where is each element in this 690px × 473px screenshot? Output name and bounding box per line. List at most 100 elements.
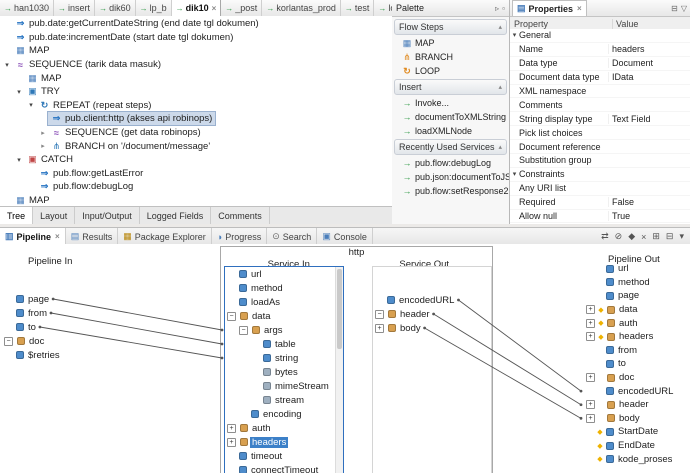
pipeline-field-row[interactable]: auth xyxy=(584,316,690,330)
flow-step-label[interactable]: pub.flow:getLastError xyxy=(53,168,143,179)
pin-palette-icon[interactable]: ▫ xyxy=(502,4,505,13)
pipeline-field-row[interactable]: headers xyxy=(225,435,343,449)
flow-step-row[interactable]: pub.date:incrementDate (start date tgl d… xyxy=(0,31,392,45)
field-label[interactable]: to xyxy=(26,322,38,333)
field-label[interactable]: method xyxy=(616,277,652,288)
flow-step-label[interactable]: TRY xyxy=(41,86,60,97)
pipeline-field-row[interactable]: data xyxy=(584,303,690,317)
palette-item-label[interactable]: LOOP xyxy=(415,66,440,76)
property-row[interactable]: Any URI list xyxy=(510,182,690,196)
editor-tab[interactable]: test xyxy=(341,0,375,16)
property-row[interactable]: XML namespace xyxy=(510,85,690,99)
property-row[interactable]: Document reference xyxy=(510,140,690,154)
pipeline-field-row[interactable]: header xyxy=(373,307,491,321)
collapse-palette-icon[interactable]: ▹ xyxy=(495,4,499,13)
service-out-box[interactable]: encodedURL header body xyxy=(372,266,492,473)
property-row[interactable]: Comments xyxy=(510,98,690,112)
section-collapse-icon[interactable] xyxy=(498,23,502,31)
property-row[interactable]: Required False xyxy=(510,196,690,210)
field-label[interactable]: body xyxy=(617,413,642,424)
flow-step-label[interactable]: SEQUENCE (tarik data masuk) xyxy=(29,59,161,70)
pipeline-field-row[interactable]: to xyxy=(584,357,690,371)
palette-item[interactable]: pub.flow:setResponse2 xyxy=(392,184,509,198)
expander-icon[interactable] xyxy=(586,373,595,382)
field-label[interactable]: header xyxy=(617,399,651,410)
field-label[interactable]: url xyxy=(616,263,631,274)
field-label[interactable]: data xyxy=(617,304,640,315)
pipeline-field-row[interactable]: method xyxy=(584,276,690,290)
expander-icon[interactable] xyxy=(251,340,259,348)
view-tab[interactable]: Progress xyxy=(212,228,267,245)
view-tab[interactable]: Results xyxy=(66,228,119,245)
field-label[interactable]: headers xyxy=(250,437,288,448)
field-label[interactable]: page xyxy=(616,290,641,301)
expander-icon[interactable] xyxy=(586,346,594,354)
property-row[interactable]: Allow null True xyxy=(510,210,690,224)
palette-item[interactable]: MAP xyxy=(392,36,509,50)
flow-step-row[interactable]: TRY xyxy=(0,85,392,99)
expander-icon[interactable] xyxy=(586,387,594,395)
expander-icon[interactable] xyxy=(227,284,235,292)
expander-icon[interactable] xyxy=(375,310,384,319)
flow-step-row[interactable]: CATCH xyxy=(0,153,392,167)
pipeline-field-row[interactable]: method xyxy=(225,281,343,295)
palette-item-label[interactable]: documentToXMLString xyxy=(415,112,506,122)
palette-item[interactable]: LOOP xyxy=(392,64,509,78)
service-in-scrollbar[interactable] xyxy=(335,267,343,473)
field-label[interactable]: url xyxy=(249,269,264,280)
expander-icon[interactable] xyxy=(586,400,595,409)
field-label[interactable]: mimeStream xyxy=(273,381,331,392)
field-label[interactable]: table xyxy=(273,339,298,350)
flow-step[interactable]: pub.flow:getLastError xyxy=(36,167,146,180)
field-label[interactable]: loadAs xyxy=(249,297,282,308)
pipeline-field-row[interactable]: url xyxy=(584,262,690,276)
flow-step-label[interactable]: pub.date:getCurrentDateString (end date … xyxy=(29,18,259,29)
flow-step-row[interactable]: REPEAT (repeat steps) xyxy=(0,99,392,113)
property-value[interactable]: False xyxy=(608,197,690,207)
flow-step-row[interactable]: pub.flow:getLastError xyxy=(0,167,392,181)
view-menu-icon[interactable]: ▽ xyxy=(681,4,687,13)
expander-icon[interactable] xyxy=(251,382,259,390)
palette-item-label[interactable]: BRANCH xyxy=(415,52,453,62)
editor-tab[interactable]: lp_b xyxy=(136,0,172,16)
pipeline-field-row[interactable]: encodedURL xyxy=(373,293,491,307)
unmap-icon[interactable]: ⊘ xyxy=(615,231,623,242)
pipeline-field-row[interactable]: data xyxy=(225,309,343,323)
flow-step-row[interactable]: pub.client:http (akses api robinops) xyxy=(0,112,392,126)
field-label[interactable]: from xyxy=(26,308,49,319)
field-label[interactable]: auth xyxy=(617,318,640,329)
collapse-all-icon[interactable]: ⊟ xyxy=(666,231,674,242)
flow-step-label[interactable]: CATCH xyxy=(41,154,73,165)
expander-icon[interactable] xyxy=(4,295,12,303)
flow-step[interactable]: TRY xyxy=(24,85,63,98)
map-link-icon[interactable]: ⇄ xyxy=(601,231,609,242)
field-label[interactable]: encoding xyxy=(261,409,304,420)
palette-item[interactable]: Flow Steps xyxy=(394,19,507,35)
expander-icon[interactable] xyxy=(227,298,235,306)
close-view-icon[interactable] xyxy=(55,232,60,241)
palette-item-label[interactable]: Insert xyxy=(399,82,422,92)
service-in-box[interactable]: url method loadAs xyxy=(224,266,344,473)
field-label[interactable]: method xyxy=(249,283,285,294)
editor-tab[interactable]: korlantas_prod xyxy=(262,0,341,16)
field-label[interactable]: to xyxy=(616,358,628,369)
flow-view-tab[interactable]: Input/Output xyxy=(75,207,140,224)
pipeline-field-row[interactable]: auth xyxy=(225,421,343,435)
property-row[interactable]: Name headers xyxy=(510,43,690,57)
pipeline-field-row[interactable]: args xyxy=(225,323,343,337)
palette-item-label[interactable]: Flow Steps xyxy=(399,22,444,32)
pipeline-field-row[interactable]: bytes xyxy=(225,365,343,379)
flow-step[interactable]: SEQUENCE (get data robinops) xyxy=(48,126,204,139)
property-row[interactable]: Substitution group xyxy=(510,154,690,168)
palette-item[interactable]: pub.flow:debugLog xyxy=(392,156,509,170)
group-expander-icon[interactable] xyxy=(510,31,519,39)
pipeline-field-row[interactable]: encoding xyxy=(225,407,343,421)
flow-step-row[interactable]: MAP xyxy=(0,44,392,58)
palette-item[interactable]: BRANCH xyxy=(392,50,509,64)
palette-item[interactable]: documentToXMLString xyxy=(392,110,509,124)
field-label[interactable]: connectTimeout xyxy=(249,465,320,473)
editor-tab[interactable]: insert xyxy=(54,0,95,16)
palette-item-label[interactable]: loadXMLNode xyxy=(415,126,472,136)
field-label[interactable]: args xyxy=(262,325,284,336)
flow-step-label[interactable]: MAP xyxy=(29,45,50,56)
